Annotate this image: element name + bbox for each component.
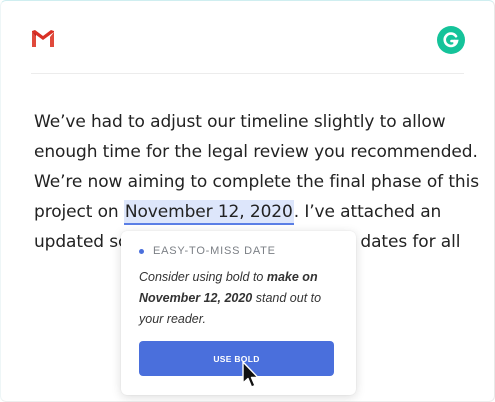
category-dot-icon xyxy=(139,248,144,254)
email-compose-window: We’ve had to adjust our timeline slightl… xyxy=(0,0,495,402)
body-text-segment: w dates for all xyxy=(341,232,461,252)
suggestion-card: EASY-TO-MISS DATE Consider using bold to… xyxy=(121,231,356,395)
highlighted-date[interactable]: November 12, 2020 xyxy=(123,200,294,225)
compose-header xyxy=(31,26,465,74)
suggestion-category: EASY-TO-MISS DATE xyxy=(153,245,276,257)
suggestion-message: Consider using bold to make on November … xyxy=(139,267,344,330)
body-text-segment: project on xyxy=(34,202,124,222)
body-line: We’re now aiming to complete the final p… xyxy=(34,172,479,192)
mouse-pointer-icon xyxy=(241,361,261,391)
body-text-segment: updated sc xyxy=(34,232,128,252)
body-text-segment: . I’ve attached an xyxy=(293,202,442,222)
grammarly-logo-icon[interactable] xyxy=(437,26,465,54)
suggestion-header: EASY-TO-MISS DATE xyxy=(139,245,276,257)
gmail-logo-icon xyxy=(31,29,55,49)
body-line: We’ve had to adjust our timeline slightl… xyxy=(34,112,446,132)
body-line: project on November 12, 2020. I’ve attac… xyxy=(34,197,474,227)
body-line: enough time for the legal review you rec… xyxy=(34,142,478,162)
suggestion-message-prefix: Consider using bold to xyxy=(139,270,267,284)
use-bold-button[interactable]: USE BOLD xyxy=(139,341,334,376)
